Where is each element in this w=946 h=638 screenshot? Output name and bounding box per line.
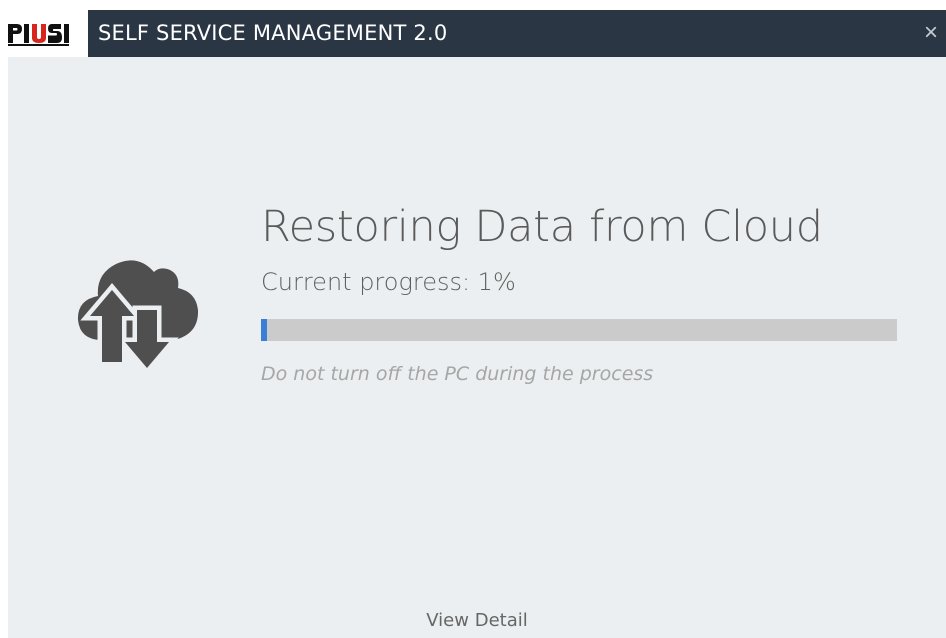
progress-bar-fill	[261, 319, 267, 341]
piusi-logo	[0, 10, 88, 57]
warning-message: Do not turn off the PC during the proces…	[261, 363, 654, 385]
status-heading: Restoring Data from Cloud	[261, 202, 823, 252]
restore-dialog: SELF SERVICE MANAGEMENT 2.0 × Restoring …	[0, 10, 946, 638]
cloud-upload-download-icon	[77, 260, 199, 368]
app-title: SELF SERVICE MANAGEMENT 2.0	[98, 21, 448, 45]
progress-bar	[261, 319, 897, 341]
piusi-logo-icon	[8, 24, 69, 46]
progress-text: Current progress: 1%	[261, 268, 516, 296]
close-button[interactable]: ×	[916, 10, 946, 57]
title-bar: SELF SERVICE MANAGEMENT 2.0 ×	[0, 10, 946, 57]
view-detail-link[interactable]: View Detail	[8, 610, 946, 631]
